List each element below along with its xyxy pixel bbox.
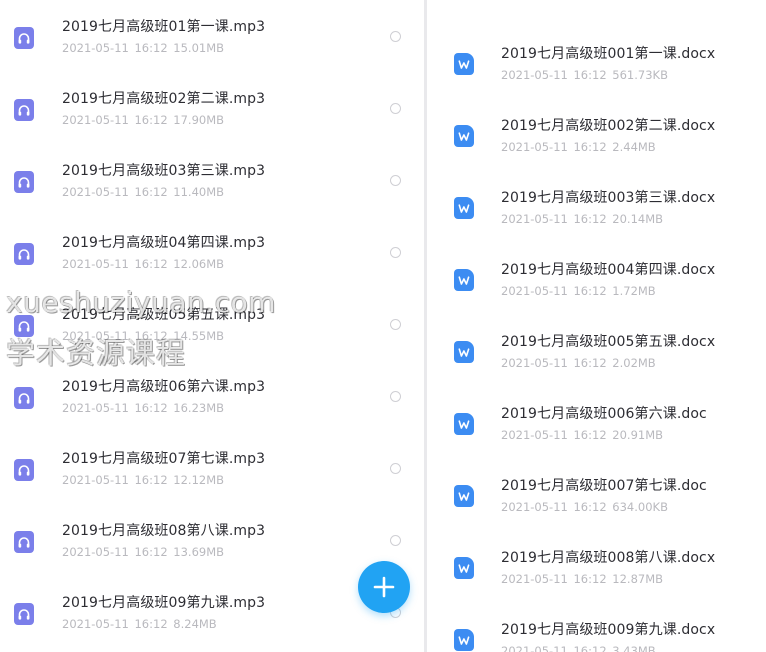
file-meta: 2021-05-11 16:12 11.40MB <box>62 185 225 199</box>
headphones-icon <box>14 459 34 481</box>
file-meta: 2021-05-11 16:12 2.02MB <box>501 356 656 370</box>
file-meta: 2021-05-11 16:12 2.44MB <box>501 140 656 154</box>
audio-file-row[interactable]: 2019七月高级班08第八课.mp3 2021-05-11 16:12 13.6… <box>0 504 424 576</box>
file-meta: 2021-05-11 16:12 561.73KB <box>501 68 668 82</box>
file-name: 2019七月高级班05第五课.mp3 <box>62 307 266 323</box>
word-doc-icon <box>454 629 474 651</box>
file-meta: 2021-05-11 16:12 16.23MB <box>62 401 225 415</box>
word-doc-icon <box>454 413 474 435</box>
headphones-icon <box>14 27 34 49</box>
file-name: 2019七月高级班04第四课.mp3 <box>62 235 266 251</box>
select-radio[interactable] <box>390 103 401 114</box>
file-meta: 2021-05-11 16:12 17.90MB <box>62 113 225 127</box>
select-radio[interactable] <box>390 247 401 258</box>
file-meta: 2021-05-11 16:12 14.55MB <box>62 329 225 343</box>
file-name: 2019七月高级班004第四课.docx <box>501 262 716 278</box>
left-file-panel: 2019七月高级班01第一课.mp3 2021-05-11 16:12 15.0… <box>0 0 424 652</box>
add-fab-button[interactable] <box>358 561 410 613</box>
audio-file-row[interactable]: 2019七月高级班04第四课.mp3 2021-05-11 16:12 12.0… <box>0 216 424 288</box>
word-doc-icon <box>454 53 474 75</box>
document-file-row[interactable]: 2019七月高级班008第八课.docx 2021-05-11 16:12 12… <box>427 531 766 603</box>
document-file-row[interactable]: 2019七月高级班009第九课.docx 2021-05-11 16:12 3.… <box>427 603 766 652</box>
file-name: 2019七月高级班006第六课.doc <box>501 406 707 422</box>
headphones-icon <box>14 99 34 121</box>
plus-icon <box>373 576 395 598</box>
headphones-icon <box>14 315 34 337</box>
headphones-icon <box>14 171 34 193</box>
audio-file-row[interactable]: 2019七月高级班02第二课.mp3 2021-05-11 16:12 17.9… <box>0 72 424 144</box>
file-meta: 2021-05-11 16:12 8.24MB <box>62 617 217 631</box>
audio-file-list: 2019七月高级班01第一课.mp3 2021-05-11 16:12 15.0… <box>0 0 424 648</box>
document-file-row[interactable]: 2019七月高级班006第六课.doc 2021-05-11 16:12 20.… <box>427 387 766 459</box>
file-meta: 2021-05-11 16:12 20.14MB <box>501 212 664 226</box>
file-meta: 2021-05-11 16:12 1.72MB <box>501 284 656 298</box>
headphones-icon <box>14 531 34 553</box>
audio-file-row[interactable]: 2019七月高级班06第六课.mp3 2021-05-11 16:12 16.2… <box>0 360 424 432</box>
file-name: 2019七月高级班06第六课.mp3 <box>62 379 266 395</box>
word-doc-icon <box>454 269 474 291</box>
file-meta: 2021-05-11 16:12 12.06MB <box>62 257 225 271</box>
file-meta: 2021-05-11 16:12 3.43MB <box>501 644 656 652</box>
file-name: 2019七月高级班007第七课.doc <box>501 478 707 494</box>
word-doc-icon <box>454 341 474 363</box>
select-radio[interactable] <box>390 175 401 186</box>
file-name: 2019七月高级班02第二课.mp3 <box>62 91 266 107</box>
headphones-icon <box>14 387 34 409</box>
file-name: 2019七月高级班08第八课.mp3 <box>62 523 266 539</box>
word-doc-icon <box>454 125 474 147</box>
select-radio[interactable] <box>390 31 401 42</box>
select-radio[interactable] <box>390 463 401 474</box>
file-name: 2019七月高级班005第五课.docx <box>501 334 716 350</box>
file-name: 2019七月高级班003第三课.docx <box>501 190 716 206</box>
select-radio[interactable] <box>390 391 401 402</box>
word-doc-icon <box>454 197 474 219</box>
audio-file-row[interactable]: 2019七月高级班01第一课.mp3 2021-05-11 16:12 15.0… <box>0 0 424 72</box>
select-radio[interactable] <box>390 535 401 546</box>
word-doc-icon <box>454 485 474 507</box>
audio-file-row[interactable]: 2019七月高级班07第七课.mp3 2021-05-11 16:12 12.1… <box>0 432 424 504</box>
document-file-row[interactable]: 2019七月高级班002第二课.docx 2021-05-11 16:12 2.… <box>427 99 766 171</box>
document-file-row[interactable]: 2019七月高级班003第三课.docx 2021-05-11 16:12 20… <box>427 171 766 243</box>
file-name: 2019七月高级班03第三课.mp3 <box>62 163 266 179</box>
file-name: 2019七月高级班008第八课.docx <box>501 550 716 566</box>
document-file-row[interactable]: 2019七月高级班005第五课.docx 2021-05-11 16:12 2.… <box>427 315 766 387</box>
select-radio[interactable] <box>390 319 401 330</box>
word-doc-icon <box>454 557 474 579</box>
document-file-list: 2019七月高级班001第一课.docx 2021-05-11 16:12 56… <box>427 27 766 652</box>
file-name: 2019七月高级班07第七课.mp3 <box>62 451 266 467</box>
headphones-icon <box>14 243 34 265</box>
document-file-row[interactable]: 2019七月高级班001第一课.docx 2021-05-11 16:12 56… <box>427 27 766 99</box>
audio-file-row[interactable]: 2019七月高级班05第五课.mp3 2021-05-11 16:12 14.5… <box>0 288 424 360</box>
file-meta: 2021-05-11 16:12 12.12MB <box>62 473 225 487</box>
document-file-row[interactable]: 2019七月高级班004第四课.docx 2021-05-11 16:12 1.… <box>427 243 766 315</box>
file-name: 2019七月高级班002第二课.docx <box>501 118 716 134</box>
right-file-panel: 2019七月高级班001第一课.docx 2021-05-11 16:12 56… <box>427 0 766 652</box>
file-meta: 2021-05-11 16:12 13.69MB <box>62 545 225 559</box>
document-file-row[interactable]: 2019七月高级班007第七课.doc 2021-05-11 16:12 634… <box>427 459 766 531</box>
file-meta: 2021-05-11 16:12 20.91MB <box>501 428 664 442</box>
file-name: 2019七月高级班009第九课.docx <box>501 622 716 638</box>
audio-file-row[interactable]: 2019七月高级班03第三课.mp3 2021-05-11 16:12 11.4… <box>0 144 424 216</box>
file-name: 2019七月高级班01第一课.mp3 <box>62 19 266 35</box>
headphones-icon <box>14 603 34 625</box>
file-meta: 2021-05-11 16:12 12.87MB <box>501 572 664 586</box>
file-meta: 2021-05-11 16:12 15.01MB <box>62 41 225 55</box>
file-name: 2019七月高级班001第一课.docx <box>501 46 716 62</box>
file-meta: 2021-05-11 16:12 634.00KB <box>501 500 668 514</box>
file-name: 2019七月高级班09第九课.mp3 <box>62 595 266 611</box>
